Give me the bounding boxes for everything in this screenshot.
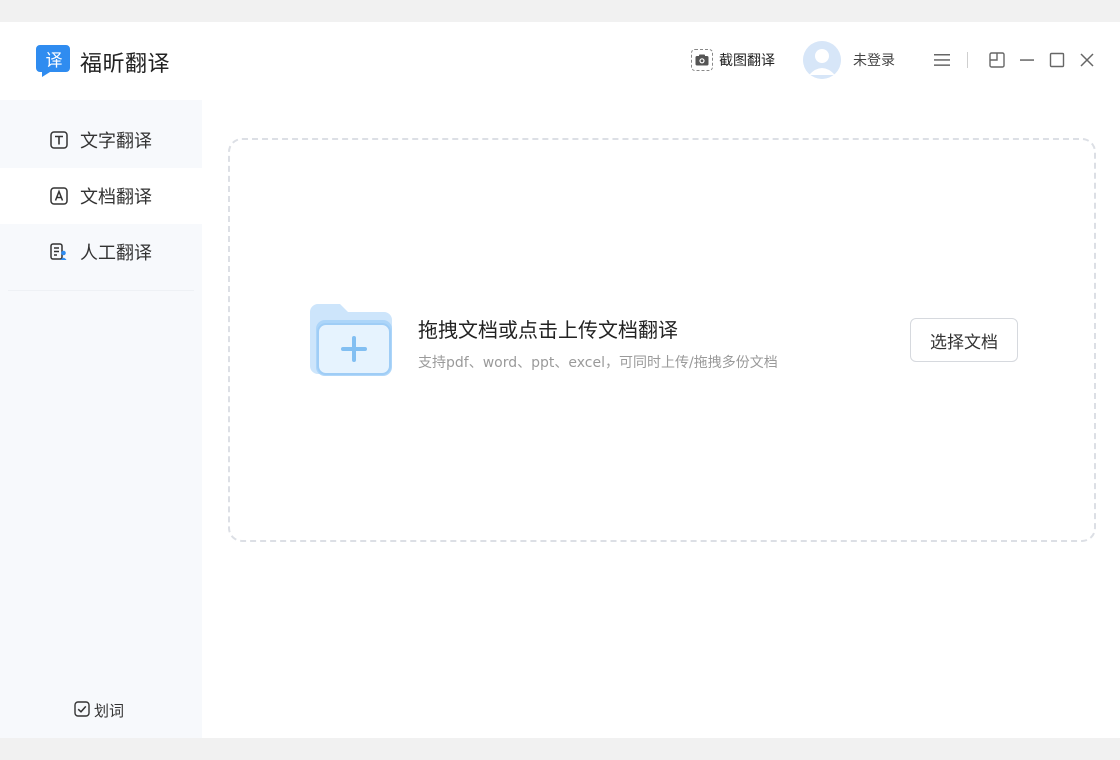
sidebar-item-label: 文档翻译 <box>80 187 152 208</box>
menu-icon[interactable] <box>931 49 953 71</box>
svg-text:译: 译 <box>46 51 63 71</box>
app-title: 福昕翻译 <box>80 52 171 77</box>
screenshot-translate-button[interactable]: 截图翻译 <box>691 49 775 71</box>
app-window: 译 福昕翻译 截图翻译 未登录 文字翻译 文档翻译 人工翻译 划词 拖拽文档或点… <box>0 22 1120 738</box>
title-bar: 译 福昕翻译 截图翻译 未登录 <box>0 22 1120 100</box>
screenshot-translate-label: 截图翻译 <box>719 53 775 69</box>
sidebar-item-doc-translate[interactable]: 文档翻译 <box>0 168 202 224</box>
text-t-icon <box>50 131 68 149</box>
select-document-button[interactable]: 选择文档 <box>910 318 1018 362</box>
sidebar-item-label: 人工翻译 <box>80 243 152 264</box>
mini-mode-icon[interactable] <box>986 49 1008 71</box>
sidebar-item-human-translate[interactable]: 人工翻译 <box>0 224 202 280</box>
word-pick-label: 划词 <box>94 702 125 720</box>
dropzone-subtitle: 支持pdf、word、ppt、excel，可同时上传/拖拽多份文档 <box>418 355 778 371</box>
sidebar-item-text-translate[interactable]: 文字翻译 <box>0 112 202 168</box>
doc-a-icon <box>50 187 68 205</box>
sidebar: 文字翻译 文档翻译 人工翻译 划词 <box>0 100 202 738</box>
sidebar-divider <box>8 290 194 291</box>
maximize-icon[interactable] <box>1046 49 1068 71</box>
login-status[interactable]: 未登录 <box>853 50 895 70</box>
human-doc-icon <box>50 243 68 261</box>
avatar[interactable] <box>803 41 841 79</box>
folder-add-icon <box>306 298 396 382</box>
checkbox-checked-icon <box>74 700 90 721</box>
word-pick-toggle[interactable]: 划词 <box>74 700 124 721</box>
sidebar-item-label: 文字翻译 <box>80 131 152 152</box>
camera-icon <box>691 49 713 71</box>
close-icon[interactable] <box>1076 49 1098 71</box>
minimize-icon[interactable] <box>1016 49 1038 71</box>
titlebar-controls: 截图翻译 未登录 <box>691 40 1098 80</box>
titlebar-divider <box>967 52 968 68</box>
upload-dropzone[interactable]: 拖拽文档或点击上传文档翻译 支持pdf、word、ppt、excel，可同时上传… <box>228 138 1096 542</box>
main-content: 拖拽文档或点击上传文档翻译 支持pdf、word、ppt、excel，可同时上传… <box>202 100 1120 738</box>
dropzone-title: 拖拽文档或点击上传文档翻译 <box>418 318 678 342</box>
app-logo-icon: 译 <box>34 42 72 78</box>
